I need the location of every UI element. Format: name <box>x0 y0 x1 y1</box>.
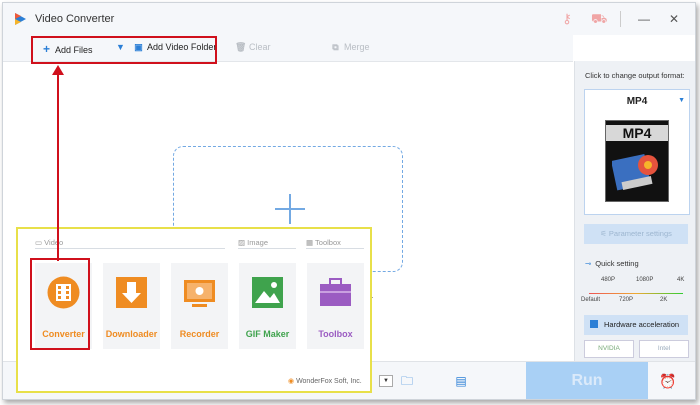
wonderfox-logo-icon: ◉ <box>288 378 297 385</box>
clear-label: Clear <box>249 42 271 52</box>
converter-highlight <box>30 258 90 350</box>
intel-option[interactable]: Intel <box>639 340 689 358</box>
tick-480p: 480P <box>601 277 616 283</box>
section-image-label: Image <box>247 238 269 247</box>
brand-footer-label: WonderFox Soft, Inc. <box>296 378 362 385</box>
add-files-highlight <box>31 36 217 64</box>
gif-maker-label: GIF Maker <box>245 329 290 339</box>
minimize-button[interactable]: — <box>633 9 655 29</box>
app-logo-icon <box>15 13 26 25</box>
toolbox-section-icon: ▦ <box>306 238 316 247</box>
section-toolbox: ▦ Toolbox <box>306 238 341 247</box>
title-bar: Video Converter ⚷ ⛟ — ✕ <box>3 3 695 35</box>
merge-button[interactable]: ⧉ Merge <box>330 42 370 53</box>
alarm-clock-icon[interactable]: ⏰ <box>659 373 676 389</box>
toolbox-icon <box>320 278 351 306</box>
param-label: Parameter settings <box>608 229 672 238</box>
format-name: MP4 <box>626 96 648 107</box>
drop-plus-icon-vertical <box>289 194 291 224</box>
app-window: Video Converter ⚷ ⛟ — ✕ + Add Files ▼ ▣ Ad… <box>2 2 696 400</box>
hw-accel-label: Hardware acceleration <box>604 320 680 329</box>
annotation-arrow <box>57 73 59 261</box>
quality-slider[interactable] <box>589 293 683 294</box>
downloader-label: Downloader <box>105 329 158 339</box>
key-icon[interactable]: ⚷ <box>559 11 575 27</box>
section-video-label: Video <box>44 238 64 247</box>
quick-setting-icon: ⊸ <box>585 259 592 268</box>
annotation-arrow-head <box>52 65 64 75</box>
tick-720p: 720P <box>619 297 634 303</box>
tick-4k: 4K <box>677 277 685 283</box>
nvidia-option[interactable]: NVIDIA <box>584 340 634 358</box>
merge-icon: ⧉ <box>332 42 339 52</box>
brand-footer: ◉ WonderFox Soft, Inc. <box>288 377 362 385</box>
tick-2k: 2K <box>660 297 668 303</box>
mp4-icon-text: MP4 <box>606 125 668 141</box>
image-section-icon: ▨ <box>238 238 248 247</box>
window-title: Video Converter <box>35 13 115 25</box>
video-section-divider <box>35 248 225 249</box>
recorder-label: Recorder <box>179 329 220 339</box>
section-toolbox-label: Toolbox <box>315 238 341 247</box>
film-reel-icon <box>612 154 658 191</box>
downloader-icon <box>116 277 147 308</box>
output-path-dropdown[interactable]: ▼ <box>379 375 393 387</box>
merge-label: Merge <box>344 42 370 52</box>
chevron-down-icon: ▼ <box>678 97 685 104</box>
output-format-panel: Click to change output format: MP4 ▼ MP4… <box>574 61 695 361</box>
recorder-tile[interactable]: Recorder <box>171 263 228 349</box>
close-button[interactable]: ✕ <box>663 9 685 29</box>
cart-icon[interactable]: ⛟ <box>591 11 607 27</box>
nvidia-label: NVIDIA <box>598 345 620 352</box>
toolbox-label: Toolbox <box>318 329 353 339</box>
run-button[interactable]: Run <box>526 362 648 399</box>
quick-setting-label: ⊸ Quick setting <box>585 259 639 268</box>
intel-label: Intel <box>657 345 671 352</box>
clear-button[interactable]: 🗑 Clear <box>235 42 271 53</box>
output-folder-icon[interactable]: 🗀 <box>399 373 415 389</box>
recorder-icon <box>184 280 215 307</box>
sliders-icon: ⚟ <box>600 229 609 238</box>
trash-icon: 🗑 <box>235 42 247 52</box>
section-image: ▨ Image <box>238 238 268 247</box>
open-output-icon[interactable]: ▤ <box>453 373 469 389</box>
output-format-selector[interactable]: MP4 ▼ MP4 <box>584 89 690 215</box>
mp4-format-icon: MP4 <box>605 120 669 202</box>
gif-maker-tile[interactable]: GIF Maker <box>239 263 296 349</box>
checkbox-icon <box>590 320 598 328</box>
title-separator <box>620 11 621 27</box>
quick-setting-text: Quick setting <box>595 259 639 268</box>
output-format-label: Click to change output format: <box>585 71 685 80</box>
gif-maker-icon <box>252 277 283 308</box>
downloader-tile[interactable]: Downloader <box>103 263 160 349</box>
toolbox-section-divider <box>306 248 364 249</box>
parameter-settings-button[interactable]: ⚟ Parameter settings <box>584 224 688 244</box>
toolbox-tile[interactable]: Toolbox <box>307 263 364 349</box>
tick-default: Default <box>581 297 601 303</box>
hardware-acceleration-toggle[interactable]: Hardware acceleration <box>584 315 688 335</box>
tick-1080p: 1080P <box>636 277 654 283</box>
image-section-divider <box>238 248 296 249</box>
video-section-icon: ▭ <box>35 238 45 247</box>
